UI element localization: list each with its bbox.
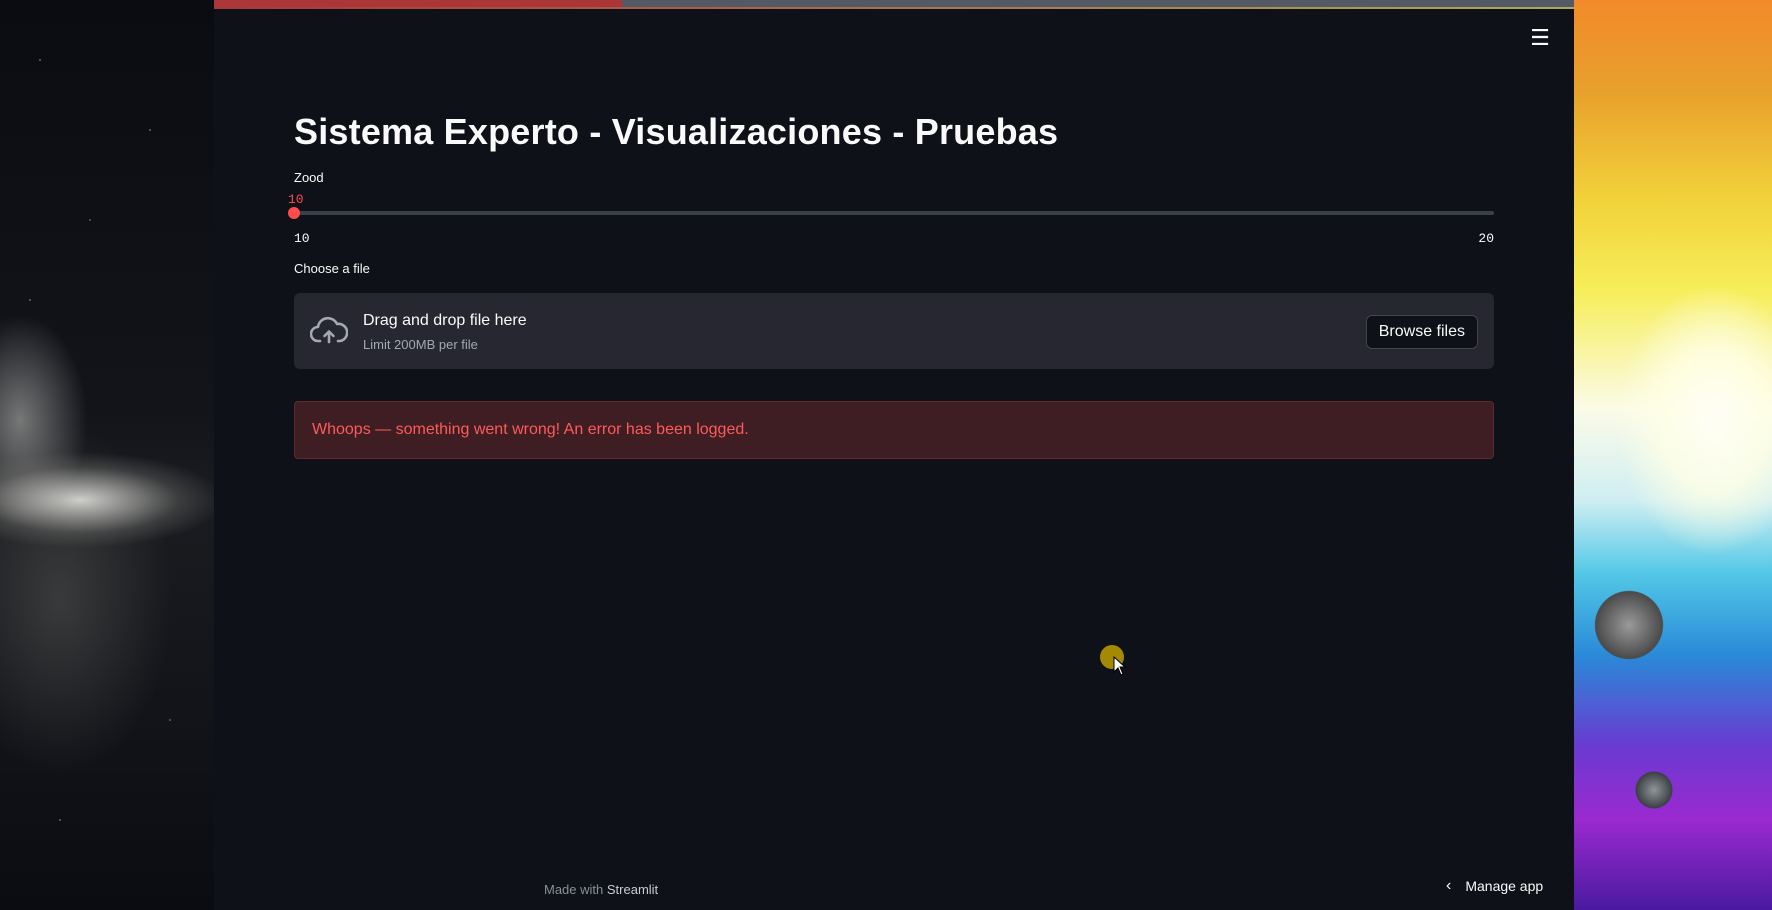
chevron-left-icon: ‹ — [1446, 877, 1452, 894]
slider-min-label: 10 — [294, 231, 310, 246]
dropzone-limit: Limit 200MB per file — [363, 337, 478, 352]
footer-made-with: Made with — [544, 882, 604, 897]
file-dropzone[interactable]: Drag and drop file here Limit 200MB per … — [294, 293, 1494, 369]
page-title: Sistema Experto - Visualizaciones - Prue… — [294, 111, 1059, 152]
error-alert: Whoops — something went wrong! An error … — [294, 401, 1494, 459]
slider-max-label: 20 — [1478, 231, 1494, 246]
footer: Made with Streamlit — [544, 882, 658, 897]
app-container: ☰ Sistema Experto - Visualizaciones - Pr… — [214, 0, 1574, 910]
footer-streamlit-link[interactable]: Streamlit — [607, 882, 658, 897]
cloud-upload-icon — [310, 316, 348, 344]
slider-track[interactable] — [294, 211, 1494, 215]
browse-files-button[interactable]: Browse files — [1365, 315, 1478, 349]
zood-slider[interactable]: 10 10 20 — [288, 188, 1494, 246]
manage-app-button[interactable]: ‹ Manage app — [1446, 872, 1543, 900]
slider-label: Zood — [294, 170, 324, 185]
top-decoration-bar — [214, 0, 1574, 9]
slider-thumb[interactable] — [288, 207, 300, 219]
hamburger-menu-icon[interactable]: ☰ — [1526, 26, 1554, 50]
main-content: Sistema Experto - Visualizaciones - Prue… — [288, 100, 1494, 459]
slider-current-value: 10 — [288, 192, 304, 207]
dropzone-instructions: Drag and drop file here — [363, 312, 527, 329]
mouse-cursor-icon — [1113, 656, 1127, 676]
manage-app-label: Manage app — [1465, 878, 1544, 894]
background-space-right — [1574, 0, 1772, 910]
background-space-left — [0, 0, 214, 910]
uploader-label: Choose a file — [294, 261, 370, 276]
